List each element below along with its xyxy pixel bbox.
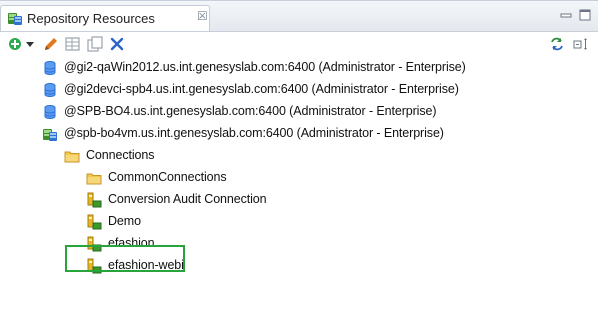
tree-item-label: @gi2devci-spb4.us.int.genesyslab.com:640… xyxy=(64,82,459,96)
repository-icon xyxy=(8,13,22,25)
demo-highlight-box xyxy=(65,245,185,272)
tree-item-label: @gi2-qaWin2012.us.int.genesyslab.com:640… xyxy=(64,60,466,74)
repository-connected-icon xyxy=(43,129,57,141)
minimize-icon[interactable] xyxy=(559,9,573,21)
tree-item-label: Conversion Audit Connection xyxy=(108,192,267,206)
close-icon[interactable] xyxy=(108,35,126,53)
tree-item-label: @SPB-BO4.us.int.genesyslab.com:6400 (Adm… xyxy=(64,104,437,118)
tree-item-label: Connections xyxy=(86,148,155,162)
table-icon[interactable] xyxy=(64,35,82,53)
database-icon xyxy=(44,105,56,119)
tab-close-icon[interactable]: ☒ xyxy=(197,9,208,23)
database-icon xyxy=(44,83,56,97)
green-plus-icon[interactable] xyxy=(6,35,24,53)
copy-icon[interactable] xyxy=(86,35,104,53)
tree-item-label: Demo xyxy=(108,214,141,228)
database-icon xyxy=(44,61,56,75)
connection-icon xyxy=(87,214,102,230)
view-toolbar xyxy=(0,32,598,56)
tab-title: Repository Resources xyxy=(27,11,155,26)
chevron-down-icon[interactable] xyxy=(24,35,36,53)
tree-item-label: @spb-bo4vm.us.int.genesyslab.com:6400 (A… xyxy=(64,126,444,140)
tree-item-label: CommonConnections xyxy=(108,170,227,184)
repository-resources-view: Repository Resources ☒ @gi2-qaWin2012.us… xyxy=(0,0,598,317)
connection-icon xyxy=(87,192,102,208)
collapse-icon[interactable] xyxy=(572,35,590,53)
folder-icon xyxy=(86,173,102,185)
tab-repository-resources[interactable]: Repository Resources ☒ xyxy=(0,5,210,31)
view-tab-bar: Repository Resources ☒ xyxy=(0,1,598,32)
refresh-icon[interactable] xyxy=(548,35,566,53)
pencil-icon[interactable] xyxy=(42,35,60,53)
folder-icon xyxy=(64,151,80,163)
maximize-icon[interactable] xyxy=(578,9,592,21)
